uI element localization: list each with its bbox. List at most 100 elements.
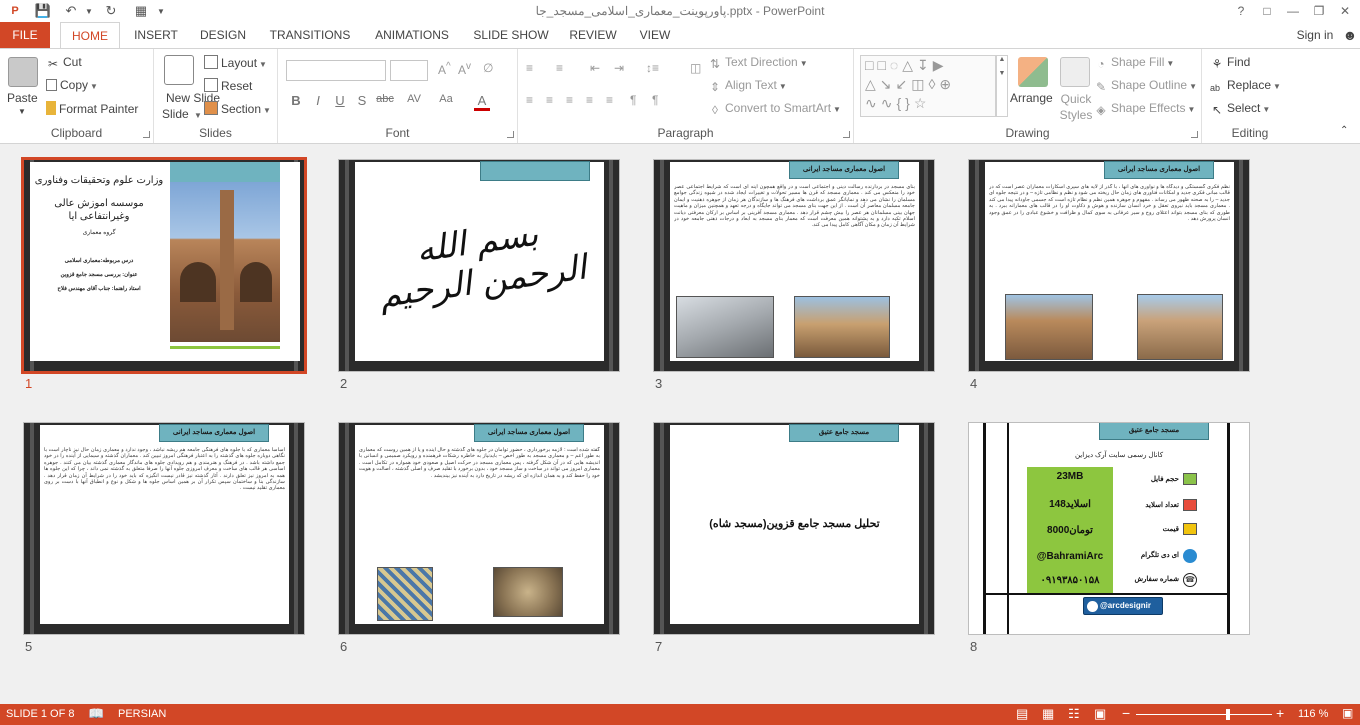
zoom-slider[interactable] xyxy=(1136,714,1272,715)
section-dropdown-icon[interactable]: ▼ xyxy=(263,106,271,115)
select-button[interactable]: ↖ Select ▼ xyxy=(1210,101,1270,117)
align-left-icon[interactable]: ≡ xyxy=(526,93,533,107)
collapse-ribbon-icon[interactable]: ⌃ xyxy=(1340,125,1348,136)
cut-button[interactable]: ✂ Cut xyxy=(46,55,82,71)
slide-sorter-view-icon[interactable]: ▦ xyxy=(1042,706,1054,722)
arrange-button[interactable]: Arrange xyxy=(1010,91,1053,105)
tab-transitions[interactable]: TRANSITIONS xyxy=(262,22,358,48)
slide-label-line2[interactable]: Slide ▼ xyxy=(162,107,202,121)
replace-button[interactable]: ab Replace ▼ xyxy=(1210,78,1281,97)
copy-button[interactable]: Copy ▼ xyxy=(46,78,98,92)
line-spacing-icon[interactable]: ↕≡ xyxy=(646,61,659,75)
columns-icon[interactable]: ◫ xyxy=(690,61,701,75)
zoom-level[interactable]: 116 % xyxy=(1298,708,1328,720)
price-tag-icon xyxy=(1183,523,1197,535)
section-button[interactable]: Section ▼ xyxy=(204,101,271,116)
tab-slide-show[interactable]: SLIDE SHOW xyxy=(468,22,554,48)
find-button[interactable]: ⚘ Find xyxy=(1210,55,1251,71)
text-direction-button[interactable]: ⇅ Text Direction ▼ xyxy=(708,55,808,71)
increase-indent-icon[interactable]: ⇥ xyxy=(614,61,624,75)
tab-review[interactable]: REVIEW xyxy=(564,22,622,48)
minimize-icon[interactable]: — xyxy=(1282,2,1304,20)
font-color-button[interactable]: A xyxy=(474,93,490,111)
increase-font-size-icon[interactable]: A^ xyxy=(438,61,451,77)
tab-view[interactable]: VIEW xyxy=(632,22,678,48)
paste-button[interactable]: Paste xyxy=(7,91,38,105)
underline-button[interactable]: U xyxy=(332,93,348,111)
reset-button[interactable]: Reset xyxy=(204,78,252,93)
zoom-in-button[interactable]: + xyxy=(1276,705,1284,721)
change-case-button[interactable]: Aa xyxy=(434,93,458,111)
slide-sorter[interactable]: وزارت علوم وتحقیقات وفناوری موسسه اموزش … xyxy=(0,145,1360,704)
reading-view-icon[interactable]: ☷ xyxy=(1068,706,1080,722)
tab-file[interactable]: FILE xyxy=(0,22,50,48)
justify-icon[interactable]: ≡ xyxy=(586,93,593,107)
arrange-icon[interactable] xyxy=(1018,57,1048,87)
account-icon[interactable]: ☻ xyxy=(1340,22,1360,48)
align-right-icon[interactable]: ≡ xyxy=(566,93,573,107)
convert-smartart-button[interactable]: ◊ Convert to SmartArt ▼ xyxy=(708,101,841,117)
slideshow-view-icon[interactable]: ▣ xyxy=(1094,706,1106,722)
shape-effects-button[interactable]: ◈ Shape Effects ▼ xyxy=(1094,101,1195,117)
slide-thumbnail-4[interactable]: اصول معماری مساجد ایرانی نظم فکری گسستگی… xyxy=(968,159,1250,372)
new-slide-icon[interactable] xyxy=(164,55,194,85)
paragraph-launcher-icon[interactable] xyxy=(843,131,850,138)
paste-dropdown-icon[interactable]: ▼ xyxy=(18,107,26,116)
character-spacing-button[interactable]: AV xyxy=(402,93,426,111)
format-painter-button[interactable]: Format Painter xyxy=(46,101,138,116)
sign-in-link[interactable]: Sign in xyxy=(1290,22,1340,48)
tab-home[interactable]: HOME xyxy=(60,22,120,49)
align-center-icon[interactable]: ≡ xyxy=(546,93,553,107)
slide-thumbnail-7[interactable]: مسجد جامع عتیق تحلیل مسجد جامع قزوین(مسج… xyxy=(653,422,935,635)
copy-dropdown-icon[interactable]: ▼ xyxy=(90,82,98,91)
font-size-input[interactable] xyxy=(390,60,428,81)
drawing-launcher-icon[interactable] xyxy=(1191,131,1198,138)
help-button[interactable]: ? xyxy=(1230,2,1252,20)
language-indicator[interactable]: PERSIAN xyxy=(118,708,166,720)
proofing-icon[interactable]: 📖 xyxy=(88,706,104,722)
slide-thumbnail-1[interactable]: وزارت علوم وتحقیقات وفناوری موسسه اموزش … xyxy=(21,157,307,374)
italic-button[interactable]: I xyxy=(310,93,326,111)
bold-button[interactable]: B xyxy=(288,93,304,111)
decrease-indent-icon[interactable]: ⇤ xyxy=(590,61,600,75)
slide-thumbnail-3[interactable]: اصول معماری مساجد ایرانی بنای مسجد در بر… xyxy=(653,159,935,372)
zoom-slider-thumb[interactable] xyxy=(1226,709,1230,720)
tab-design[interactable]: DESIGN xyxy=(194,22,252,48)
layout-dropdown-icon[interactable]: ▼ xyxy=(259,60,267,69)
tab-animations[interactable]: ANIMATIONS xyxy=(366,22,458,48)
distributed-icon[interactable]: ≡ xyxy=(606,93,613,107)
tab-insert[interactable]: INSERT xyxy=(128,22,184,48)
paste-icon[interactable] xyxy=(8,57,38,87)
numbering-icon[interactable]: ≡ xyxy=(556,61,563,75)
align-text-button[interactable]: ⇕ Align Text ▼ xyxy=(708,78,787,94)
font-launcher-icon[interactable] xyxy=(507,131,514,138)
font-name-input[interactable] xyxy=(286,60,386,81)
slide-thumbnail-5[interactable]: اصول معماری مساجد ایرانی اساسا معماری که… xyxy=(23,422,305,635)
slide-thumbnail-2[interactable]: بسم الله الرحمن الرحیم xyxy=(338,159,620,372)
quick-styles-button[interactable]: Quick Styles xyxy=(1059,91,1093,123)
normal-view-icon[interactable]: ▤ xyxy=(1016,706,1028,722)
slide-thumbnail-8[interactable]: مسجد جامع عتیق کانال رسمی سایت آرک دیزای… xyxy=(968,422,1250,635)
close-icon[interactable]: ✕ xyxy=(1334,2,1356,20)
clear-formatting-icon[interactable]: ∅ xyxy=(483,61,493,75)
quick-styles-icon[interactable] xyxy=(1060,57,1090,87)
zoom-out-button[interactable]: − xyxy=(1122,705,1130,721)
ribbon-display-options-icon[interactable]: □ xyxy=(1256,2,1278,20)
clipboard-launcher-icon[interactable] xyxy=(143,131,150,138)
slide-thumbnail-6[interactable]: اصول معماری مساجد ایرانی گفته شده است : … xyxy=(338,422,620,635)
ltr-direction-icon[interactable]: ¶ xyxy=(630,93,636,107)
shape-fill-button[interactable]: ◔ Shape Fill ▼ xyxy=(1094,55,1174,71)
shadow-button[interactable]: S xyxy=(354,93,370,111)
restore-icon[interactable]: ❐ xyxy=(1308,2,1330,20)
shapes-scroll[interactable]: ▲ ▼ xyxy=(996,55,1008,117)
rtl-direction-icon[interactable]: ¶ xyxy=(652,93,658,107)
slide-8-label: قیمت xyxy=(1162,526,1179,533)
layout-button[interactable]: Layout ▼ xyxy=(204,55,267,70)
cursor-icon: ↖ xyxy=(1211,103,1223,117)
fit-to-window-icon[interactable]: ▣ xyxy=(1342,706,1353,720)
bullets-icon[interactable]: ≡ xyxy=(526,61,533,75)
decrease-font-size-icon[interactable]: Av xyxy=(458,61,471,77)
shapes-gallery[interactable]: □□◌△↧▶ △↘↙◫◊⊕ ∿∿{}☆ xyxy=(860,55,996,117)
shape-outline-button[interactable]: ✎ Shape Outline ▼ xyxy=(1094,78,1197,94)
strikethrough-button[interactable]: abc xyxy=(374,93,396,111)
